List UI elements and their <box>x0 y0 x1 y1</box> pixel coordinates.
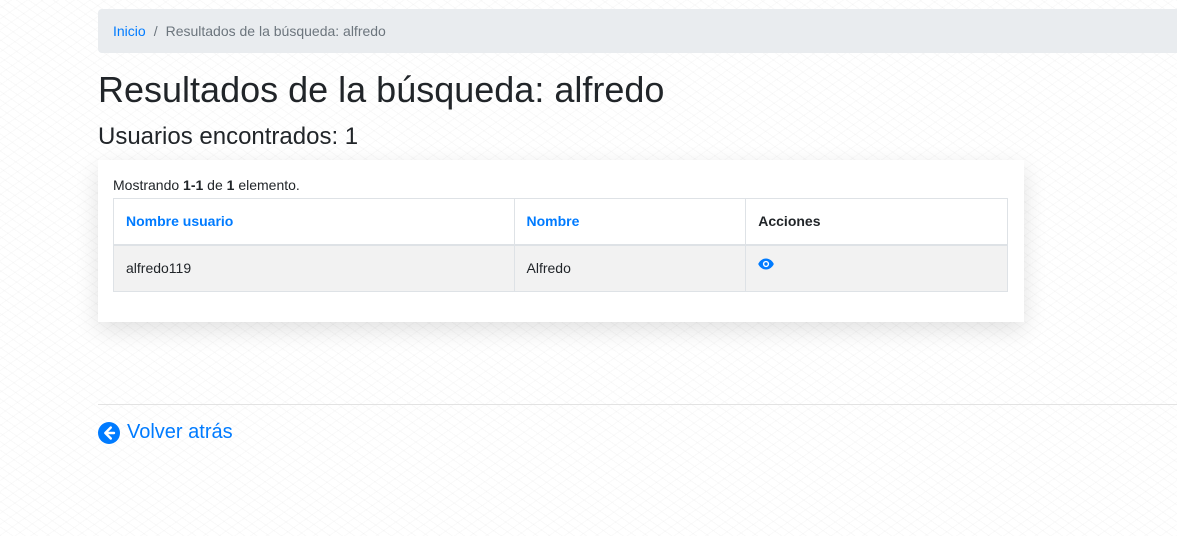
summary-middle: de <box>203 177 227 193</box>
breadcrumb: Inicio / Resultados de la búsqueda: alfr… <box>98 9 1177 53</box>
eye-icon <box>758 258 775 270</box>
cell-name: Alfredo <box>513 244 747 292</box>
cell-actions <box>745 244 1008 292</box>
table-row: alfredo119 Alfredo <box>113 244 1008 292</box>
summary-range: 1-1 <box>183 177 204 193</box>
header-username: Nombre usuario <box>113 198 515 246</box>
table-header-row: Nombre usuario Nombre Acciones <box>113 198 1008 246</box>
summary-prefix: Mostrando <box>113 177 184 193</box>
divider <box>98 404 1177 405</box>
cell-username: alfredo119 <box>113 244 515 292</box>
header-name: Nombre <box>513 198 747 246</box>
view-user-button[interactable] <box>758 257 775 273</box>
back-button[interactable]: Volver atrás <box>98 421 233 444</box>
breadcrumb-home-link[interactable]: Inicio <box>113 23 146 39</box>
breadcrumb-current: Resultados de la búsqueda: alfredo <box>165 23 386 39</box>
back-button-label: Volver atrás <box>127 421 233 443</box>
page-title: Resultados de la búsqueda: alfredo <box>98 69 665 110</box>
users-found-count: Usuarios encontrados: 1 <box>98 123 359 150</box>
sort-username-link[interactable]: Nombre usuario <box>126 213 233 229</box>
results-card: Mostrando 1-1 de 1 elemento. Nombre usua… <box>98 160 1024 322</box>
arrow-circle-left-icon <box>98 421 120 444</box>
sort-name-link[interactable]: Nombre <box>527 213 580 229</box>
results-table: Nombre usuario Nombre Acciones alfredo11… <box>113 198 1008 292</box>
summary-suffix: elemento. <box>234 177 300 193</box>
results-summary: Mostrando 1-1 de 1 elemento. <box>113 177 300 193</box>
header-actions: Acciones <box>745 198 1008 246</box>
breadcrumb-separator: / <box>153 23 158 39</box>
